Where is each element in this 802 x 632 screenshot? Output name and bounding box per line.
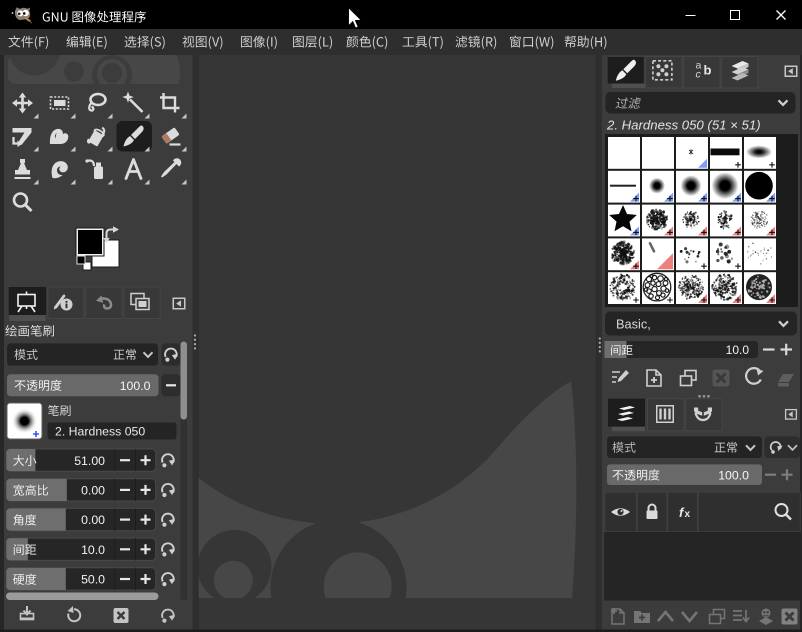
svg-text:0.00: 0.00 — [81, 484, 105, 498]
svg-text:10.0: 10.0 — [81, 543, 105, 557]
svg-text:100.0: 100.0 — [120, 379, 151, 393]
svg-text:2. Hardness 050 (51 × 51): 2. Hardness 050 (51 × 51) — [606, 118, 761, 133]
svg-text:10.0: 10.0 — [726, 343, 750, 357]
svg-text:50.0: 50.0 — [81, 573, 105, 587]
svg-text:2. Hardness 050: 2. Hardness 050 — [55, 425, 145, 439]
svg-text:51.00: 51.00 — [74, 454, 105, 468]
svg-text:Basic,: Basic, — [616, 317, 651, 332]
svg-text:100.0: 100.0 — [718, 469, 749, 483]
svg-text:x: x — [685, 509, 691, 520]
svg-text:0.00: 0.00 — [81, 513, 105, 527]
svg-text:c: c — [696, 69, 702, 81]
svg-text:b: b — [704, 63, 712, 78]
